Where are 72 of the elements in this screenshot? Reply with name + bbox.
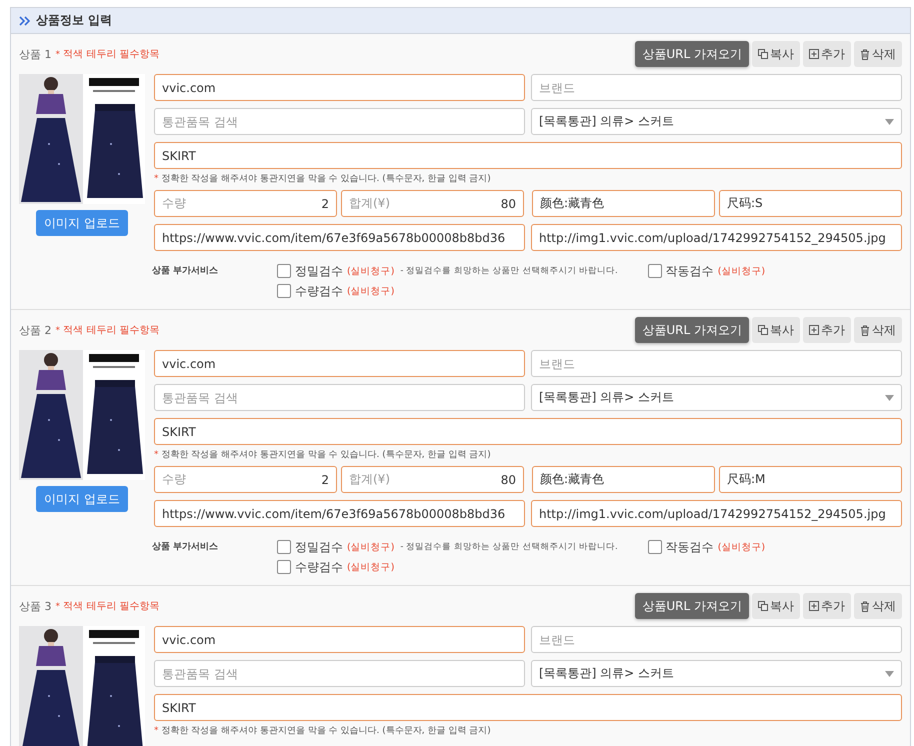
service-checkbox[interactable]: 작동검수 (실비청구) [648,262,766,280]
service-checkbox[interactable]: 수량검수 (실비청구) [277,282,394,300]
brand-field[interactable]: 브랜드 [531,74,902,101]
fetch-url-button[interactable]: 상품URL 가져오기 [635,317,749,343]
copy-button[interactable]: 복사 [752,593,800,619]
product-name-field[interactable]: SKIRT [154,418,902,445]
delete-button[interactable]: 삭제 [854,593,902,619]
plus-box-icon [809,325,819,335]
required-note: * 적색 테두리 필수항목 [56,600,160,613]
fetch-url-button[interactable]: 상품URL 가져오기 [635,41,749,67]
fetch-url-button[interactable]: 상품URL 가져오기 [635,593,749,619]
option-field[interactable]: 尺码:S [719,190,902,217]
caret-icon [885,394,894,400]
product-label: 상품 1 [19,46,52,62]
caret-icon [885,670,894,676]
service-label: 상품 부가서비스 [152,265,220,278]
option-field[interactable]: 颜色:藏青色 [532,190,715,217]
delete-button[interactable]: 삭제 [854,41,902,67]
site-field[interactable]: vvic.com [154,350,525,377]
category-select[interactable]: [목록통관] 의류> 스커트 [531,108,902,135]
option-field[interactable]: 尺码:M [719,466,902,493]
field-hint: * 정확한 작성을 해주셔야 통관지연을 막을 수 있습니다. (특수문자, 한글 입력 금지) [154,449,492,461]
site-field[interactable]: vvic.com [154,626,525,653]
service-note: - 정밀검수를 희망하는 상품만 선택해주시기 바랍니다. [400,541,618,553]
add-button[interactable]: 추가 [803,593,851,619]
section-title: 상품정보 입력 [36,12,112,29]
double-chevron-icon [19,16,30,26]
quantity-field[interactable]: 수량 2 [154,466,337,493]
copy-button[interactable]: 복사 [752,41,800,67]
customs-item-search-field[interactable]: 통관품목 검색 [154,108,525,135]
image-url-field[interactable]: http://img1.vvic.com/upload/1742992754152_294505.jpg [531,224,902,251]
trash-icon [860,600,870,612]
product-url-field[interactable]: https://www.vvic.com/item/67e3f69a5678b00008b8bd36 [154,224,525,251]
brand-field[interactable]: 브랜드 [531,350,902,377]
customs-item-search-field[interactable]: 통관품목 검색 [154,384,525,411]
option-field[interactable]: 颜色:藏青色 [532,466,715,493]
product-label: 상품 3 [19,598,52,614]
service-checkbox[interactable]: 정밀검수 (실비청구) [277,262,394,280]
service-note: - 정밀검수를 희망하는 상품만 선택해주시기 바랍니다. [400,265,618,277]
add-button[interactable]: 추가 [803,41,851,67]
copy-button[interactable]: 복사 [752,317,800,343]
copy-icon [758,325,768,335]
service-checkbox[interactable]: 정밀검수 (실비청구) [277,538,394,556]
total-field[interactable]: 합계(¥) 80 [341,466,524,493]
total-field[interactable]: 합계(¥) 80 [341,190,524,217]
trash-icon [860,324,870,336]
copy-icon [758,49,768,59]
product-url-field[interactable]: https://www.vvic.com/item/67e3f69a5678b00008b8bd36 [154,500,525,527]
category-select[interactable]: [목록통관] 의류> 스커트 [531,384,902,411]
product-name-field[interactable]: SKIRT [154,142,902,169]
required-note: * 적색 테두리 필수항목 [56,324,160,337]
field-hint: * 정확한 작성을 해주셔야 통관지연을 막을 수 있습니다. (특수문자, 한글 입력 금지) [154,725,492,737]
caret-icon [885,118,894,124]
copy-icon [758,601,768,611]
delete-button[interactable]: 삭제 [854,317,902,343]
image-url-field[interactable]: http://img1.vvic.com/upload/1742992754152_294505.jpg [531,500,902,527]
brand-field[interactable]: 브랜드 [531,626,902,653]
site-field[interactable]: vvic.com [154,74,525,101]
category-select[interactable]: [목록통관] 의류> 스커트 [531,660,902,687]
product-label: 상품 2 [19,322,52,338]
product-name-field[interactable]: SKIRT [154,694,902,721]
service-checkbox[interactable]: 수량검수 (실비청구) [277,558,394,576]
trash-icon [860,48,870,60]
field-hint: * 정확한 작성을 해주셔야 통관지연을 막을 수 있습니다. (특수문자, 한글 입력 금지) [154,173,492,185]
plus-box-icon [809,49,819,59]
service-label: 상품 부가서비스 [152,541,220,554]
service-checkbox[interactable]: 작동검수 (실비청구) [648,538,766,556]
quantity-field[interactable]: 수량 2 [154,190,337,217]
required-note: * 적색 테두리 필수항목 [56,48,160,61]
plus-box-icon [809,601,819,611]
add-button[interactable]: 추가 [803,317,851,343]
customs-item-search-field[interactable]: 통관품목 검색 [154,660,525,687]
